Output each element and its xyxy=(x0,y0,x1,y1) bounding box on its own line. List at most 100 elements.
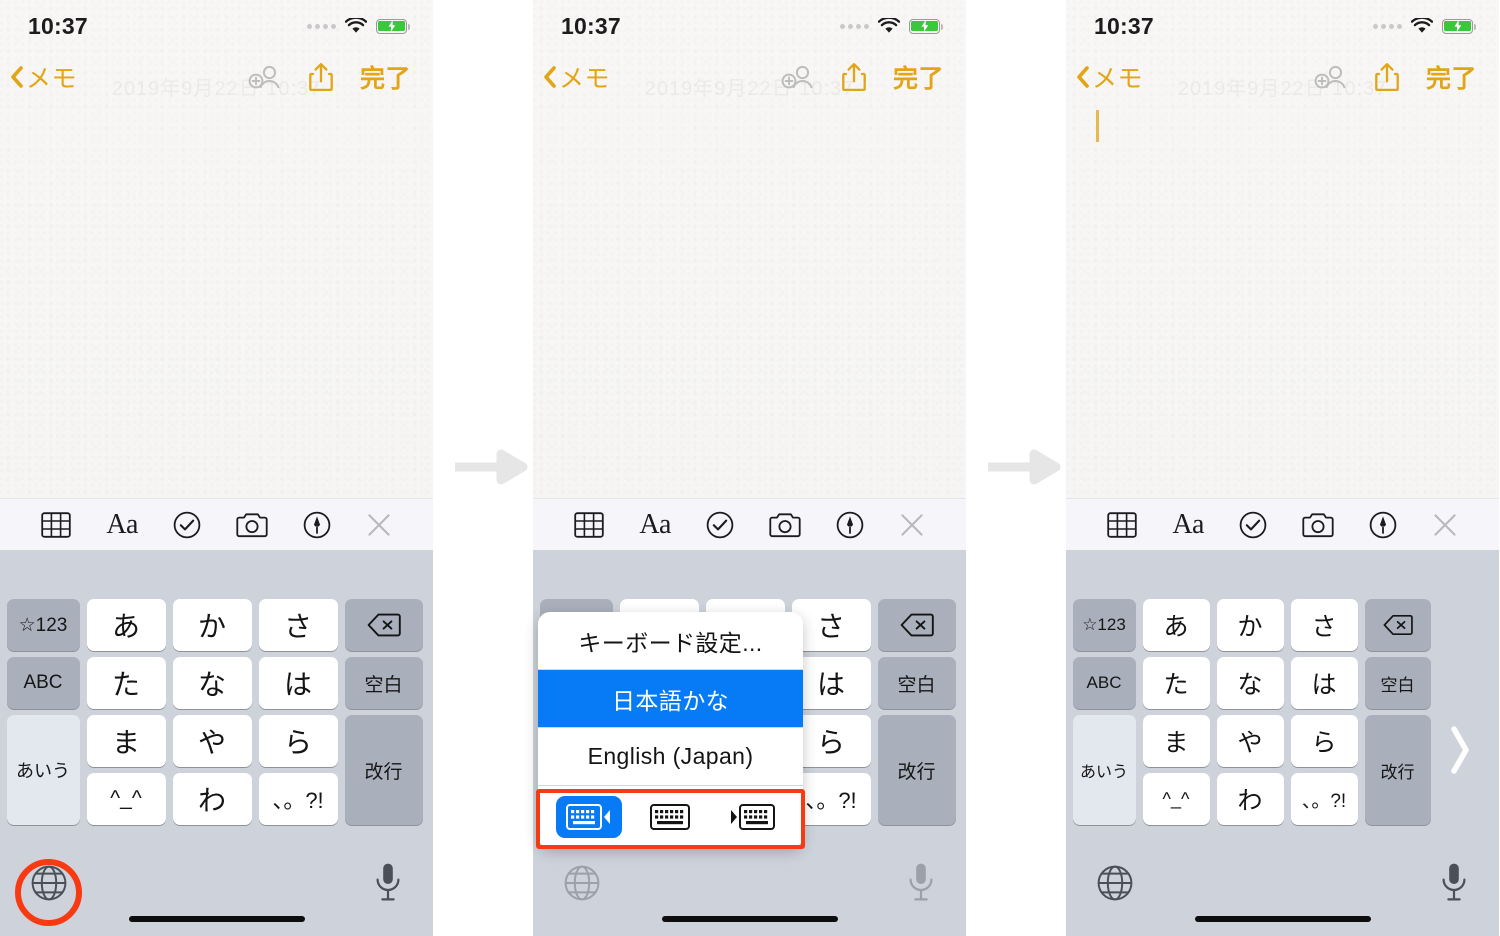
key-ra[interactable]: ら xyxy=(1290,715,1358,767)
share-icon[interactable] xyxy=(842,62,866,92)
key-sa[interactable]: さ xyxy=(791,599,871,651)
keyboard-layout-right-icon[interactable] xyxy=(719,796,785,838)
markup-pen-icon[interactable] xyxy=(303,511,331,539)
nav-bar: メモ 完了 xyxy=(1066,52,1499,102)
key-na[interactable]: な xyxy=(172,657,252,709)
key-abc[interactable]: ABC xyxy=(1072,657,1136,709)
key-delete[interactable] xyxy=(1364,599,1431,651)
key-symbols[interactable]: ☆123 xyxy=(1072,599,1136,651)
format-aa-icon[interactable]: Aa xyxy=(106,509,138,541)
camera-icon[interactable] xyxy=(769,512,801,538)
key-space[interactable]: 空白 xyxy=(344,657,423,709)
close-icon[interactable] xyxy=(1432,512,1458,538)
charging-bolt-icon xyxy=(388,20,395,32)
popup-layout-row xyxy=(538,786,803,848)
key-na[interactable]: な xyxy=(1216,657,1284,709)
prediction-bar[interactable] xyxy=(0,550,433,596)
key-return[interactable]: 改行 xyxy=(877,715,956,825)
keyboard-layout-full-icon[interactable] xyxy=(637,796,703,838)
key-punctuation[interactable]: 、。?! xyxy=(791,773,871,825)
camera-icon[interactable] xyxy=(236,512,268,538)
add-person-icon[interactable] xyxy=(1314,63,1348,91)
key-sa[interactable]: さ xyxy=(1290,599,1358,651)
checklist-icon[interactable] xyxy=(1239,511,1267,539)
key-symbols[interactable]: ☆123 xyxy=(6,599,80,651)
key-ma[interactable]: ま xyxy=(86,715,166,767)
key-emoticon[interactable]: ^_^ xyxy=(1142,773,1210,825)
key-ma[interactable]: ま xyxy=(1142,715,1210,767)
key-abc[interactable]: ABC xyxy=(6,657,80,709)
key-kana-mode[interactable]: あいう xyxy=(6,715,80,825)
key-ka[interactable]: か xyxy=(1216,599,1284,651)
prediction-bar[interactable] xyxy=(1066,550,1499,596)
table-icon[interactable] xyxy=(574,511,605,538)
table-icon[interactable] xyxy=(1107,511,1138,538)
key-sa[interactable]: さ xyxy=(258,599,338,651)
key-return[interactable]: 改行 xyxy=(1364,715,1431,825)
share-icon[interactable] xyxy=(309,62,333,92)
status-bar: 10:37 xyxy=(1066,0,1499,52)
key-delete[interactable] xyxy=(877,599,956,651)
status-indicators xyxy=(1373,18,1477,34)
key-ka[interactable]: か xyxy=(172,599,252,651)
popup-option-japanese-kana[interactable]: 日本語かな xyxy=(538,670,803,728)
back-button[interactable]: メモ xyxy=(1076,59,1143,95)
done-button[interactable]: 完了 xyxy=(1426,59,1477,95)
key-ta[interactable]: た xyxy=(1142,657,1210,709)
key-emoticon[interactable]: ^_^ xyxy=(86,773,166,825)
home-indicator[interactable] xyxy=(1194,916,1371,922)
wifi-icon xyxy=(878,18,900,33)
key-a[interactable]: あ xyxy=(86,599,166,651)
key-ha[interactable]: は xyxy=(791,657,871,709)
key-ra[interactable]: ら xyxy=(791,715,871,767)
key-a[interactable]: あ xyxy=(1142,599,1210,651)
home-indicator[interactable] xyxy=(661,916,838,922)
back-button[interactable]: メモ xyxy=(543,59,610,95)
table-icon[interactable] xyxy=(41,511,72,538)
key-space[interactable]: 空白 xyxy=(877,657,956,709)
keyboard-layout-left-icon[interactable] xyxy=(555,796,622,838)
key-kana-mode[interactable]: あいう xyxy=(1072,715,1136,825)
prediction-bar[interactable] xyxy=(533,550,966,596)
popup-option-english-japan[interactable]: English (Japan) xyxy=(538,728,803,786)
key-ha[interactable]: は xyxy=(1290,657,1358,709)
key-ta[interactable]: た xyxy=(86,657,166,709)
key-return[interactable]: 改行 xyxy=(344,715,423,825)
key-ha[interactable]: は xyxy=(258,657,338,709)
home-indicator[interactable] xyxy=(128,916,305,922)
close-icon[interactable] xyxy=(366,512,392,538)
notes-toolbar: Aa xyxy=(533,498,966,550)
key-ra[interactable]: ら xyxy=(258,715,338,767)
key-punctuation[interactable]: 、。?! xyxy=(1290,773,1358,825)
close-icon[interactable] xyxy=(899,512,925,538)
done-button[interactable]: 完了 xyxy=(360,59,411,95)
globe-icon[interactable] xyxy=(563,864,601,902)
markup-pen-icon[interactable] xyxy=(1369,511,1397,539)
format-aa-icon[interactable]: Aa xyxy=(639,509,671,541)
globe-icon[interactable] xyxy=(1096,864,1134,902)
back-button[interactable]: メモ xyxy=(10,59,77,95)
microphone-icon[interactable] xyxy=(1441,862,1467,902)
add-person-icon[interactable] xyxy=(248,63,282,91)
chevron-right-icon[interactable] xyxy=(1447,725,1473,775)
key-space[interactable]: 空白 xyxy=(1364,657,1431,709)
key-wa[interactable]: わ xyxy=(172,773,252,825)
done-button[interactable]: 完了 xyxy=(893,59,944,95)
key-delete[interactable] xyxy=(344,599,423,651)
checklist-icon[interactable] xyxy=(706,511,734,539)
popup-keyboard-settings[interactable]: キーボード設定... xyxy=(538,612,803,670)
checklist-icon[interactable] xyxy=(173,511,201,539)
format-aa-icon[interactable]: Aa xyxy=(1172,509,1204,541)
camera-icon[interactable] xyxy=(1302,512,1334,538)
add-person-icon[interactable] xyxy=(781,63,815,91)
markup-pen-icon[interactable] xyxy=(836,511,864,539)
key-ya[interactable]: や xyxy=(1216,715,1284,767)
nav-bar: メモ 完了 xyxy=(0,52,433,102)
key-wa[interactable]: わ xyxy=(1216,773,1284,825)
microphone-icon[interactable] xyxy=(375,862,401,902)
microphone-icon[interactable] xyxy=(908,862,934,902)
globe-icon[interactable] xyxy=(30,864,68,902)
key-ya[interactable]: や xyxy=(172,715,252,767)
share-icon[interactable] xyxy=(1375,62,1399,92)
key-punctuation[interactable]: 、。?! xyxy=(258,773,338,825)
